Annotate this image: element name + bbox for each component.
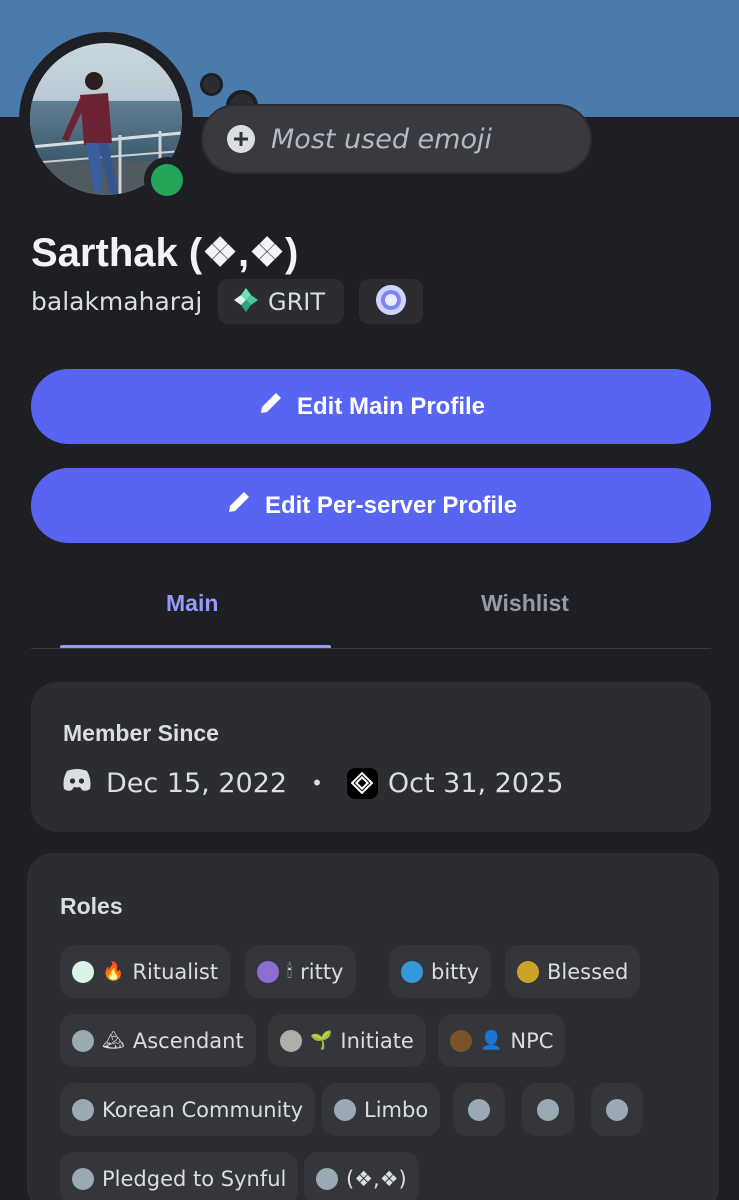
guild-tag-label: GRIT [268, 287, 326, 316]
server-icon [346, 767, 378, 799]
role-color-dot [606, 1098, 628, 1121]
role-color-dot [257, 960, 279, 983]
guild-tag-badge[interactable]: GRIT [218, 279, 344, 324]
member-since-card [31, 682, 711, 832]
role-label: Limbo [364, 1097, 429, 1122]
role-color-dot [517, 960, 539, 983]
tab-wishlist[interactable]: Wishlist [481, 590, 569, 617]
person-icon: 👤 [480, 1029, 503, 1051]
role-color-dot [72, 1098, 94, 1121]
tab-main[interactable]: Main [166, 590, 218, 617]
edit-main-profile-label: Edit Main Profile [296, 392, 485, 420]
role-chip[interactable] [453, 1083, 505, 1136]
role-label: ritty [300, 959, 344, 984]
display-name: Sarthak (❖,❖) [31, 231, 299, 275]
role-color-dot [72, 1167, 94, 1190]
role-label: Pledged to Synful [102, 1166, 287, 1191]
role-color-dot [316, 1167, 338, 1190]
role-chip[interactable] [591, 1083, 643, 1136]
nitro-badge[interactable] [359, 279, 423, 324]
role-chip[interactable]: Limbo [322, 1083, 441, 1136]
pencil-icon [257, 389, 285, 424]
role-color-dot [72, 1029, 94, 1052]
role-color-dot [468, 1098, 490, 1121]
edit-server-profile-button[interactable]: Edit Per-server Profile [31, 468, 711, 543]
edit-main-profile-button[interactable]: Edit Main Profile [31, 369, 711, 444]
role-chip[interactable]: 🕯 ritty [245, 945, 356, 998]
server-join-date: Oct 31, 2025 [387, 767, 564, 799]
discord-logo-icon [62, 768, 92, 799]
candle-icon: 🕯 [287, 960, 293, 982]
role-chip[interactable] [522, 1083, 574, 1136]
role-chip[interactable]: 🌱 Initiate [268, 1014, 426, 1067]
discord-join-date: Dec 15, 2022 [106, 767, 288, 799]
pencil-icon [225, 488, 253, 523]
role-label: Ritualist [132, 959, 219, 984]
role-color-dot [450, 1029, 472, 1052]
role-color-dot [280, 1029, 302, 1052]
role-chip[interactable]: Pledged to Synful [60, 1152, 299, 1200]
role-label: bitty [431, 959, 480, 984]
laurel-badge-icon [374, 283, 408, 321]
member-since-row: Dec 15, 2022 • Oct 31, 2025 [62, 764, 563, 802]
role-color-dot [401, 960, 423, 983]
fire-icon: 🔥 [102, 960, 125, 982]
online-status-icon [151, 164, 183, 196]
tab-divider [31, 648, 711, 649]
date-separator: • [311, 771, 323, 795]
role-label: Ascendant [132, 1028, 244, 1053]
bubble-dot-small [200, 73, 223, 96]
role-label: (❖,❖) [346, 1166, 407, 1191]
custom-status-bubble[interactable]: Most used emoji [201, 104, 592, 174]
role-chip[interactable]: (❖,❖) [304, 1152, 419, 1200]
edit-server-profile-label: Edit Per-server Profile [264, 491, 518, 519]
role-color-dot [72, 960, 94, 983]
role-chip[interactable]: bitty [389, 945, 492, 998]
role-chip[interactable]: Blessed [505, 945, 641, 998]
member-since-title: Member Since [63, 720, 219, 746]
seedling-icon: 🌱 [310, 1029, 333, 1051]
role-chip[interactable]: 🔥 Ritualist [60, 945, 231, 998]
role-label: Korean Community [102, 1097, 304, 1122]
role-chip[interactable]: Korean Community [60, 1083, 316, 1136]
status-placeholder: Most used emoji [271, 123, 492, 155]
plus-icon [227, 125, 255, 153]
role-color-dot [334, 1098, 356, 1121]
role-chip[interactable]: 👤 NPC [438, 1014, 566, 1067]
role-label: Initiate [340, 1028, 414, 1053]
guild-tag-icon [232, 286, 260, 318]
role-color-dot [537, 1098, 559, 1121]
role-label: NPC [510, 1028, 554, 1053]
roles-title: Roles [60, 893, 123, 919]
role-chip[interactable]: 🏔 Ascendant [60, 1014, 256, 1067]
username: balakmaharaj [31, 287, 203, 316]
role-label: Blessed [547, 959, 629, 984]
mountain-icon: 🏔 [102, 1029, 125, 1051]
